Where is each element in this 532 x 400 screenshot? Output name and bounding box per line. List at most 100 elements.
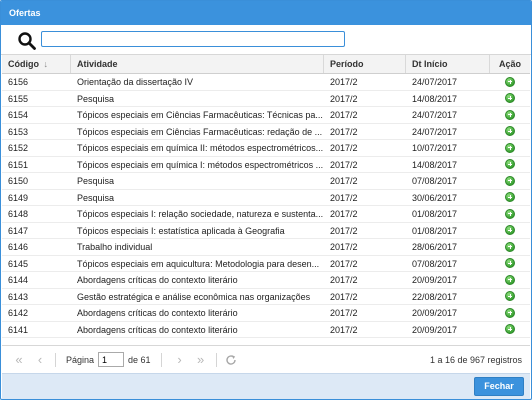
add-icon[interactable] [505,159,515,170]
pagination-bar: « ‹ Página de 61 › » 1 a 16 de 967 regis… [2,345,530,373]
cell-periodo: 2017/2 [330,258,358,269]
column-header-codigo[interactable]: Código ↓ [2,55,71,73]
table-row[interactable]: 6152 Tópicos especiais em química II: mét… [2,140,530,157]
table-row[interactable]: 6144 Abordagens críticas do contexto lite… [2,272,530,289]
add-icon[interactable] [505,175,515,186]
column-header-atividade[interactable]: Atividade [71,55,324,73]
cell-codigo: 6151 [8,159,29,170]
grid-body: 6156 Orientação da dissertação IV 2017/2 24… [2,74,530,347]
cell-acao [490,74,530,90]
add-icon[interactable] [505,109,515,120]
dialog-footer: Fechar [2,373,530,399]
table-row[interactable]: 6143 Gestão estratégica e análise econômi… [2,289,530,305]
records-count: 1 a 16 de 967 registros [429,354,522,365]
cell-dt-inicio: 14/08/2017 [412,159,458,170]
cell-codigo: 6150 [8,176,29,186]
table-row[interactable]: 6151 Tópicos especiais em química I: méto… [2,157,530,173]
cell-periodo: 2017/2 [330,77,358,87]
previous-page-icon[interactable]: ‹ [31,352,49,367]
cell-dt-inicio: 07/08/2017 [412,176,458,186]
cell-codigo: 6148 [8,209,29,219]
cell-atividade: Pesquisa [77,192,115,203]
cell-periodo: 2017/2 [330,225,358,236]
close-button[interactable]: Fechar [474,377,524,396]
page-number-input[interactable] [98,352,125,367]
table-row[interactable]: 6154 Tópicos especiais em Ciências Farmac… [2,107,530,124]
pager-divider [160,352,162,367]
next-page-icon[interactable]: › [171,352,189,367]
cell-periodo: 2017/2 [330,291,358,302]
cell-acao [490,305,530,321]
cell-codigo: 6156 [8,77,29,87]
table-row[interactable]: 6145 Tópicos especiais em aquicultura: Me… [2,256,530,272]
add-icon[interactable] [505,225,515,236]
dialog-title: Ofertas [1,1,531,25]
cell-atividade: Orientação da dissertação IV [77,77,194,87]
table-row[interactable]: 6150 Pesquisa 2017/2 07/08/2017 [2,173,530,190]
cell-atividade: Pesquisa [77,93,115,104]
search-icon [18,32,36,50]
cell-periodo: 2017/2 [330,308,358,318]
table-row[interactable]: 6156 Orientação da dissertação IV 2017/2 24… [2,74,530,91]
cell-dt-inicio: 20/09/2017 [412,308,458,318]
cell-acao [490,107,530,123]
add-icon[interactable] [505,241,515,252]
cell-codigo: 6145 [8,258,29,269]
search-input[interactable] [41,31,345,47]
cell-atividade: Tópicos especiais em química II: métodos… [77,143,324,153]
first-page-icon[interactable]: « [10,352,28,367]
cell-atividade: Tópicos especiais em aquicultura: Metodo… [77,258,320,269]
table-row[interactable]: 6155 Pesquisa 2017/2 14/08/2017 [2,91,530,107]
add-icon[interactable] [505,93,515,104]
add-icon[interactable] [505,291,515,302]
add-icon[interactable] [505,307,515,318]
column-header-dt-inicio[interactable]: Dt Início [406,55,490,73]
cell-acao [490,157,530,173]
add-icon[interactable] [505,324,515,335]
cell-acao [490,322,530,338]
cell-dt-inicio: 28/06/2017 [412,242,458,252]
add-icon[interactable] [505,76,515,87]
table-row[interactable]: 6146 Trabalho individual 2017/2 28/06/2017 [2,239,530,256]
cell-codigo: 6149 [8,192,29,203]
cell-acao [490,239,530,255]
cell-acao [490,124,530,140]
cell-codigo: 6143 [8,291,29,302]
table-row[interactable]: 6141 Abordagens críticas do contexto lite… [2,322,530,338]
cell-dt-inicio: 10/07/2017 [412,143,458,153]
cell-dt-inicio: 01/08/2017 [412,209,458,219]
add-icon[interactable] [505,258,515,269]
last-page-icon[interactable]: » [192,352,210,367]
column-header-periodo[interactable]: Período [324,55,406,73]
table-row[interactable]: 6147 Tópicos especiais I: estatística apl… [2,223,530,239]
table-row[interactable]: 6149 Pesquisa 2017/2 30/06/2017 [2,190,530,206]
sort-desc-icon: ↓ [43,59,49,69]
refresh-icon[interactable] [225,354,237,366]
cell-periodo: 2017/2 [330,93,358,104]
add-icon[interactable] [505,208,515,219]
table-row[interactable]: 6142 Abordagens críticas do contexto lite… [2,305,530,322]
add-icon[interactable] [505,274,515,285]
cell-dt-inicio: 24/07/2017 [412,77,458,87]
pager-divider [55,352,56,367]
cell-dt-inicio: 01/08/2017 [412,225,458,236]
cell-codigo: 6147 [8,225,29,236]
add-icon[interactable] [505,192,515,203]
cell-codigo: 6141 [8,324,29,335]
cell-codigo: 6142 [8,308,29,318]
cell-periodo: 2017/2 [330,242,358,252]
cell-acao [490,206,530,222]
cell-acao [490,223,530,239]
cell-periodo: 2017/2 [330,159,358,170]
cell-dt-inicio: 22/08/2017 [412,291,458,302]
add-icon[interactable] [505,126,515,137]
cell-dt-inicio: 20/09/2017 [412,275,458,285]
add-icon[interactable] [505,142,515,153]
table-row[interactable]: 6153 Tópicos especiais em Ciências Farmac… [2,124,530,140]
search-bar [1,25,531,55]
page-count-label: de 61 [128,354,151,365]
cell-atividade: Abordagens críticas do contexto literári… [77,324,238,335]
column-header-label: Código [8,59,39,69]
table-row[interactable]: 6148 Tópicos especiais I: relação socieda… [2,206,530,223]
cell-codigo: 6153 [8,126,29,137]
